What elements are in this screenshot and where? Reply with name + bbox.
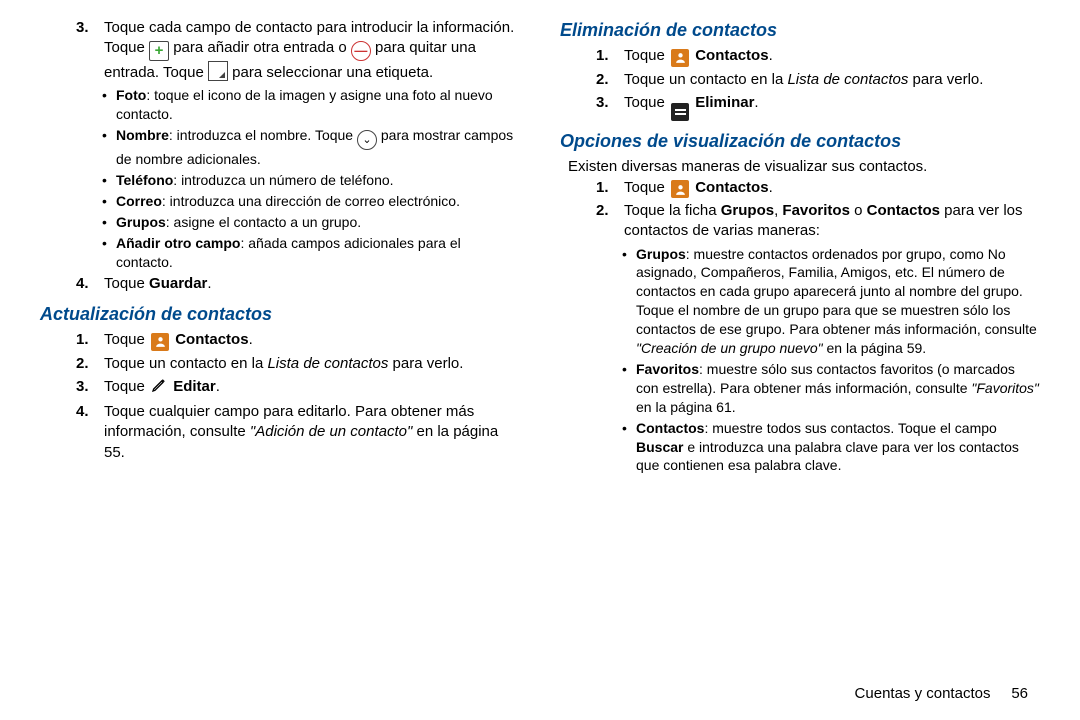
contacts-icon [671, 180, 689, 198]
act-step-4: 4. Toque cualquier campo para editarlo. … [76, 402, 520, 463]
elim-step-2: 2. Toque un contacto en la Lista de cont… [596, 70, 1040, 90]
act-step-1: 1. Toque Contactos. [76, 330, 520, 351]
heading-actualizacion: Actualización de contactos [40, 302, 520, 326]
label-picker-icon [208, 61, 228, 81]
bullet-correo: Correo: introduzca una dirección de corr… [102, 192, 520, 211]
heading-opciones: Opciones de visualización de contactos [560, 129, 1040, 153]
bullet-foto: Foto: toque el icono de la imagen y asig… [102, 86, 520, 124]
body-text: para seleccionar una etiqueta. [232, 64, 433, 81]
footer-page-number: 56 [1011, 685, 1028, 702]
opciones-intro: Existen diversas maneras de visualizar s… [560, 157, 1040, 177]
act-step-2: 2. Toque un contacto en la Lista de cont… [76, 354, 520, 374]
act-step-3: 3. Toque Editar. [76, 377, 520, 399]
manual-page: 3. Toque cada campo de contacto para int… [0, 0, 1080, 477]
chevron-down-icon: ⌄ [357, 130, 377, 150]
op-bullet-grupos: Grupos: muestre contactos ordenados por … [622, 245, 1040, 358]
op-bullet-favoritos: Favoritos: muestre sólo sus contactos fa… [622, 360, 1040, 417]
bullet-grupos: Grupos: asigne el contacto a un grupo. [102, 213, 520, 232]
right-column: Eliminación de contactos 1. Toque Contac… [560, 18, 1040, 477]
bullet-telefono: Teléfono: introduzca un número de teléfo… [102, 171, 520, 190]
heading-eliminacion: Eliminación de contactos [560, 18, 1040, 42]
plus-icon: + [149, 41, 169, 61]
menu-icon [671, 103, 689, 121]
body-text: para añadir otra entrada o [173, 39, 351, 56]
elim-step-1: 1. Toque Contactos. [596, 46, 1040, 67]
bullet-otro-campo: Añadir otro campo: añada campos adiciona… [102, 234, 520, 272]
contacts-icon [671, 49, 689, 67]
bullet-nombre: Nombre: introduzca el nombre. Toque ⌄ pa… [102, 126, 520, 169]
pencil-icon [151, 377, 167, 399]
footer-section: Cuentas y contactos [855, 685, 991, 702]
op-bullet-contactos: Contactos: muestre todos sus contactos. … [622, 419, 1040, 476]
op-step-1: 1. Toque Contactos. [596, 178, 1040, 199]
contacts-icon [151, 333, 169, 351]
step-number: 3. [76, 18, 97, 38]
step-4: 4. Toque Guardar. [76, 274, 520, 294]
step-3: 3. Toque cada campo de contacto para int… [76, 18, 520, 83]
op-step-2: 2. Toque la ficha Grupos, Favoritos o Co… [596, 201, 1040, 242]
left-column: 3. Toque cada campo de contacto para int… [40, 18, 520, 477]
elim-step-3: 3. Toque Eliminar. [596, 93, 1040, 121]
step-number: 4. [76, 274, 97, 294]
minus-icon: — [351, 41, 371, 61]
page-footer: Cuentas y contactos 56 [855, 684, 1028, 704]
